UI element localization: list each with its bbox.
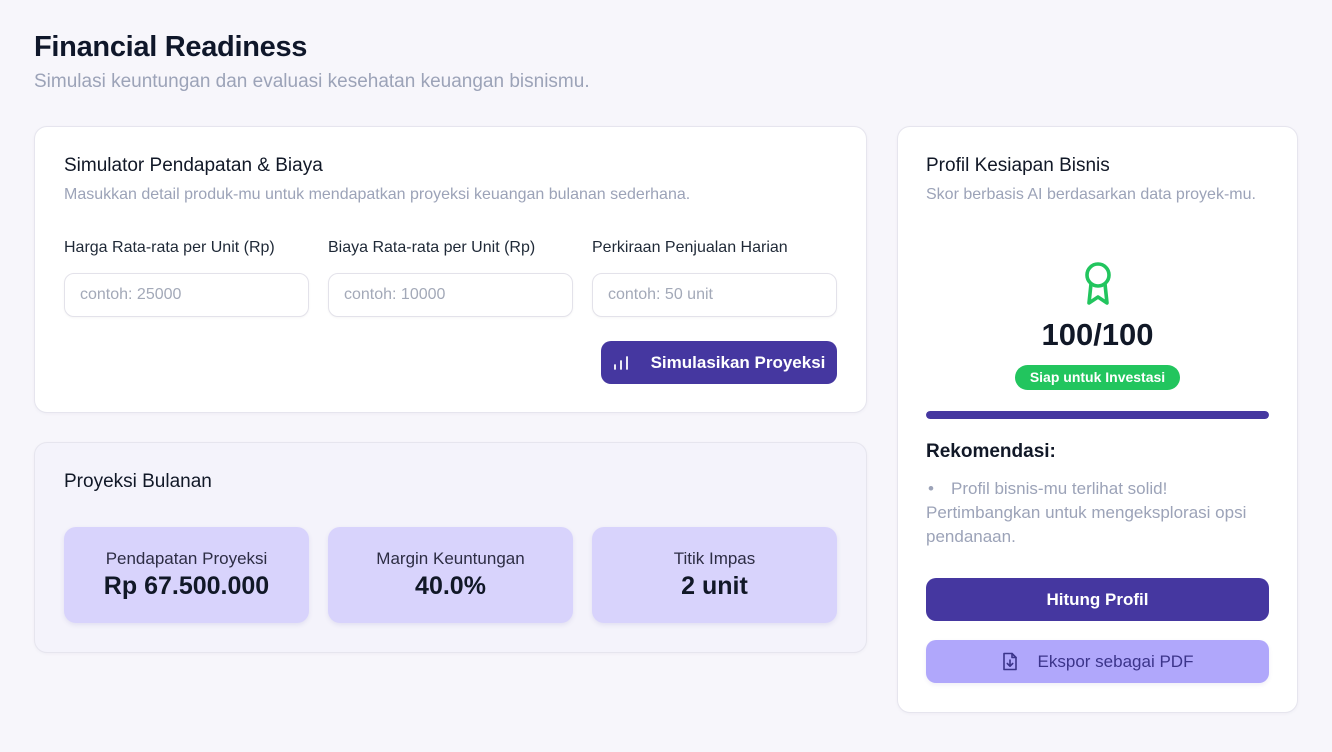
daily-sales-label: Perkiraan Penjualan Harian [592,239,788,256]
stat-breakeven-value: 2 unit [681,572,748,600]
price-label: Harga Rata-rata per Unit (Rp) [64,239,275,256]
recommendation-item: Profil bisnis-mu terlihat solid! Pertimb… [926,477,1271,549]
cost-input[interactable] [328,273,573,317]
calculate-profile-button[interactable]: Hitung Profil [926,578,1269,621]
bar-chart-icon [613,355,629,371]
stat-revenue-label: Pendapatan Proyeksi [105,549,268,568]
price-input[interactable] [64,273,309,317]
stat-breakeven-label: Titik Impas [673,549,756,568]
simulator-description: Masukkan detail produk-mu untuk mendapat… [64,186,691,203]
score-progress-fill [926,411,1269,419]
recommendation-heading: Rekomendasi: [926,441,1056,462]
export-pdf-label: Ekspor sebagai PDF [1037,651,1194,671]
profile-card: Profil Kesiapan Bisnis Skor berbasis AI … [897,126,1298,713]
simulate-button-label: Simulasikan Proyeksi [650,352,826,372]
projection-card: Proyeksi Bulanan Pendapatan Proyeksi Rp … [34,442,867,653]
stat-breakeven: Titik Impas 2 unit [592,527,837,623]
stat-margin: Margin Keuntungan 40.0% [328,527,573,623]
daily-sales-input[interactable] [592,273,837,317]
score-progress-bar [926,411,1269,419]
profile-description: Skor berbasis AI berdasarkan data proyek… [926,186,1256,203]
export-pdf-button[interactable]: Ekspor sebagai PDF [926,640,1269,683]
page-subtitle: Simulasi keuntungan dan evaluasi kesehat… [34,71,590,92]
stat-margin-value: 40.0% [415,572,486,600]
simulate-button[interactable]: Simulasikan Proyeksi [601,341,837,384]
recommendation-list: Profil bisnis-mu terlihat solid! Pertimb… [926,477,1271,549]
page-title: Financial Readiness [34,31,308,63]
stat-revenue-value: Rp 67.500.000 [103,572,270,600]
profile-title: Profil Kesiapan Bisnis [926,155,1110,176]
file-download-icon [1002,652,1018,671]
simulator-title: Simulator Pendapatan & Biaya [64,155,323,176]
readiness-score: 100/100 [1041,317,1154,352]
stat-margin-label: Margin Keuntungan [376,549,525,568]
projection-title: Proyeksi Bulanan [64,471,212,492]
stat-revenue: Pendapatan Proyeksi Rp 67.500.000 [64,527,309,623]
cost-label: Biaya Rata-rata per Unit (Rp) [328,239,536,256]
award-icon [1080,260,1116,308]
status-badge: Siap untuk Investasi [1015,365,1180,390]
simulator-card: Simulator Pendapatan & Biaya Masukkan de… [34,126,867,413]
